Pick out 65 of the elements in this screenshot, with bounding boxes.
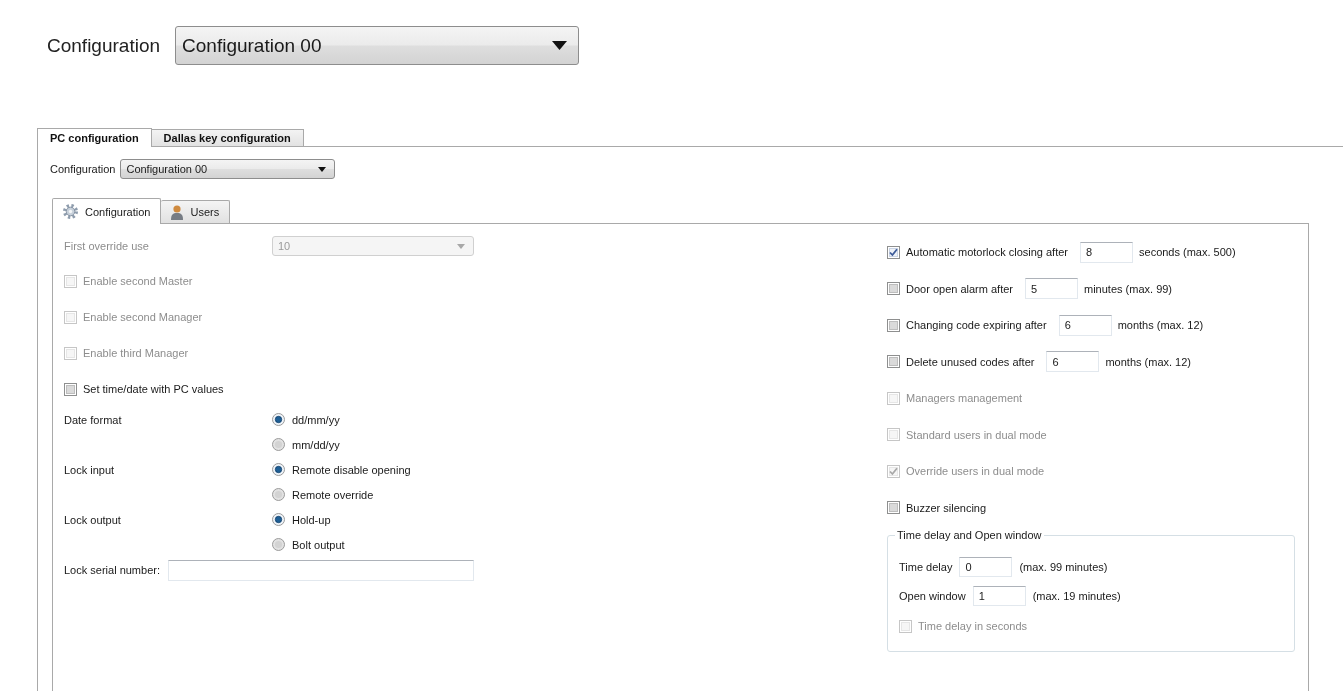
option-label: Hold-up [292, 513, 331, 526]
unit-label: seconds (max. 500) [1139, 246, 1236, 259]
option-label: Buzzer silencing [906, 501, 987, 514]
unit-label: months (max. 12) [1117, 319, 1204, 332]
number-field[interactable]: 0 [959, 556, 1013, 577]
checkbox[interactable] [887, 501, 900, 515]
option-label: Remote override [292, 488, 374, 501]
option-label: Managers management [906, 392, 1023, 405]
configuration-label: Configuration [50, 163, 116, 175]
tab[interactable]: Users [161, 200, 231, 223]
radio-button[interactable] [272, 413, 285, 426]
tab[interactable]: PC configuration [37, 128, 152, 147]
option-label: Automatic motorlock closing after [906, 246, 1068, 259]
option-label: Override users in dual mode [906, 465, 1045, 478]
note-text: (max. 99 minutes) [1019, 560, 1108, 573]
radio-button[interactable] [272, 438, 285, 451]
option-label: Delete unused codes after [906, 355, 1035, 368]
field-label: Open window [899, 589, 966, 602]
option-label: Bolt output [292, 538, 345, 551]
unit-label: minutes (max. 99) [1084, 282, 1173, 295]
serial-number-field[interactable] [168, 559, 474, 581]
user-icon [171, 204, 184, 220]
tab[interactable]: Dallas key configuration [151, 129, 304, 146]
number-field[interactable]: 1 [972, 585, 1026, 606]
field-label: Lock input [64, 463, 115, 476]
gear-icon [63, 204, 78, 219]
caret-icon [318, 166, 327, 172]
radio-button[interactable] [272, 513, 285, 526]
option-label: Changing code expiring after [906, 319, 1047, 332]
field-label: Time delay [899, 560, 953, 573]
field-label: Date format [64, 413, 122, 426]
configuration-label: Configuration [47, 34, 161, 57]
option-label: Door open alarm after [906, 282, 1013, 295]
option-label: Remote disable opening [292, 463, 411, 476]
group-title: Time delay and Open window [896, 529, 1043, 542]
radio-button[interactable] [272, 463, 285, 476]
checkbox[interactable] [887, 245, 900, 259]
number-field[interactable]: 8 [1080, 241, 1133, 263]
option-label: Set time/date with PC values [83, 383, 224, 395]
checkbox[interactable] [887, 318, 900, 332]
configuration-dropdown[interactable]: Configuration 00 [175, 26, 580, 65]
radio-button[interactable] [272, 488, 285, 501]
number-field[interactable]: 6 [1046, 351, 1100, 373]
option-label: Time delay in seconds [918, 620, 1028, 632]
configuration-dropdown[interactable]: Configuration 00 [120, 159, 336, 179]
option-label: Standard users in dual mode [906, 428, 1047, 441]
option-label: Enable second Master [83, 275, 193, 287]
checkbox[interactable] [887, 355, 900, 369]
option-label: mm/dd/yy [292, 438, 340, 451]
checkbox[interactable] [887, 282, 900, 296]
field-label: Lock serial number: [64, 564, 160, 576]
number-field[interactable]: 6 [1058, 314, 1112, 336]
field-label: First override use [64, 240, 149, 252]
caret-icon [457, 243, 465, 249]
option-label: dd/mm/yy [292, 413, 340, 426]
note-text: (max. 19 minutes) [1032, 589, 1121, 602]
field-label: Lock output [64, 513, 121, 526]
checkbox[interactable] [64, 382, 77, 396]
unit-label: months (max. 12) [1105, 355, 1191, 368]
radio-button[interactable] [272, 538, 285, 551]
caret-icon [552, 41, 568, 50]
tab[interactable]: Configuration [52, 198, 162, 224]
option-label: Enable second Manager [83, 311, 203, 323]
number-field[interactable]: 5 [1025, 278, 1078, 300]
option-label: Enable third Manager [83, 347, 189, 359]
